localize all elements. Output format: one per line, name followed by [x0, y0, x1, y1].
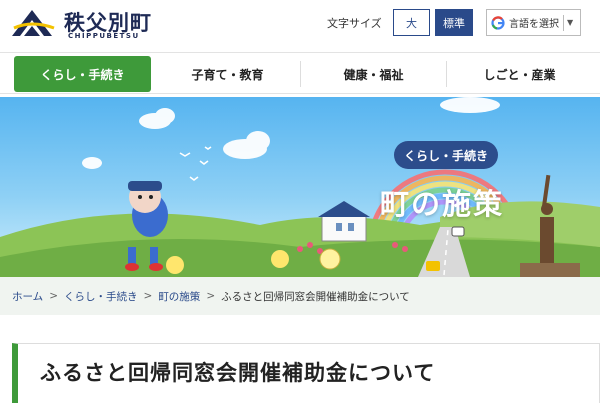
hero-category-badge: くらし・手続き	[394, 141, 498, 169]
breadcrumb-separator: >	[49, 290, 58, 302]
page-title-box: ふるさと回帰同窓会開催補助金について	[12, 343, 600, 403]
breadcrumb-policy[interactable]: 町の施策	[158, 289, 200, 304]
nav-item-kenko[interactable]: 健康・福祉	[301, 56, 446, 92]
google-g-icon	[491, 15, 505, 30]
hero-title: 町の施策	[380, 187, 505, 221]
breadcrumb: ホーム > くらし・手続き > 町の施策 > ふるさと回帰同窓会開催補助金につい…	[0, 277, 600, 315]
page-title: ふるさと回帰同窓会開催補助金について	[40, 361, 436, 385]
font-large-button[interactable]: 大	[393, 9, 430, 36]
town-emblem-icon	[12, 10, 55, 36]
breadcrumb-separator: >	[206, 290, 216, 302]
hero-illustration	[0, 97, 600, 277]
site-header: 秩父別町 CHIPPUBETSU 文字サイズ 大 標準 言語を選択 ▼	[0, 0, 600, 46]
breadcrumb-current: ふるさと回帰同窓会開催補助金について	[221, 290, 410, 303]
font-size-label: 文字サイズ	[327, 17, 382, 30]
nav-item-kosodate[interactable]: 子育て・教育	[155, 56, 300, 92]
font-standard-button[interactable]: 標準	[435, 9, 473, 36]
nav-item-kurashi[interactable]: くらし・手続き	[14, 56, 151, 92]
nav-item-shigoto[interactable]: しごと・産業	[447, 56, 592, 92]
language-select[interactable]: 言語を選択 ▼	[486, 9, 581, 36]
chevron-down-icon: ▼	[567, 18, 574, 27]
site-logo[interactable]: 秩父別町 CHIPPUBETSU	[10, 6, 210, 40]
breadcrumb-kurashi[interactable]: くらし・手続き	[64, 289, 138, 304]
site-subtitle: CHIPPUBETSU	[68, 32, 140, 40]
global-nav: くらし・手続き 子育て・教育 健康・福祉 しごと・産業	[0, 52, 600, 94]
language-divider	[563, 14, 564, 31]
hero-banner: くらし・手続き 町の施策	[0, 97, 600, 277]
breadcrumb-home[interactable]: ホーム	[12, 289, 43, 304]
language-label: 言語を選択	[509, 19, 559, 30]
breadcrumb-separator: >	[143, 290, 153, 302]
